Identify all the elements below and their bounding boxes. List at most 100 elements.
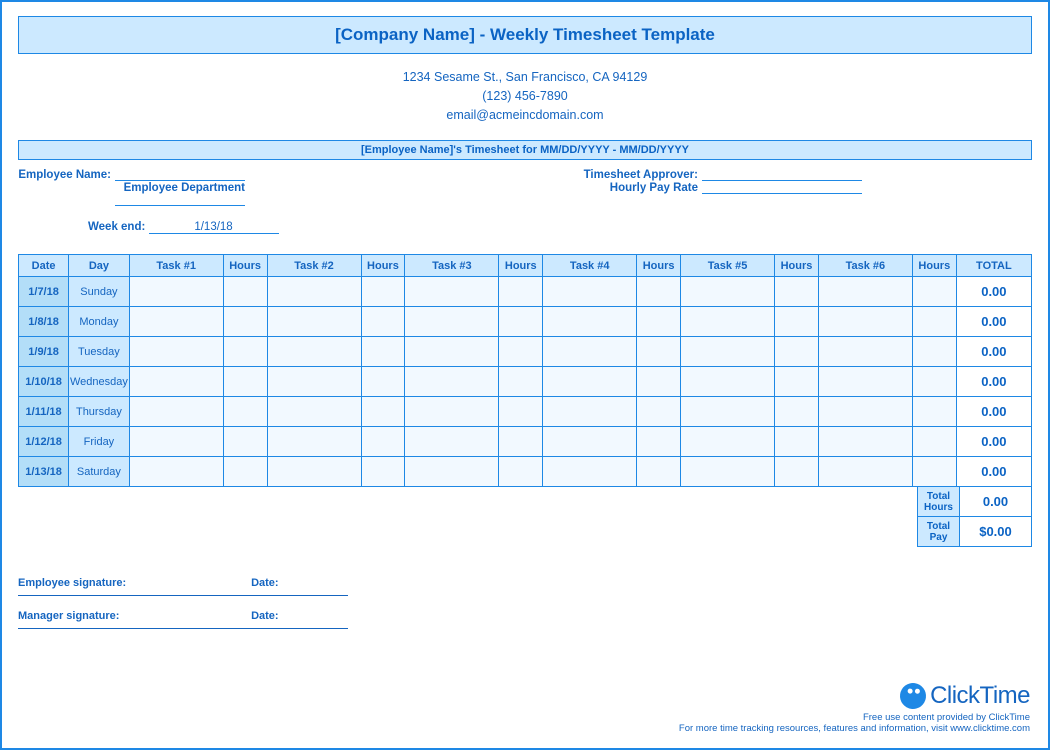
cell-hours[interactable] [637, 277, 681, 307]
cell-task[interactable] [267, 307, 361, 337]
cell-task[interactable] [405, 337, 499, 367]
cell-task[interactable] [267, 277, 361, 307]
company-email: email@acmeincdomain.com [18, 106, 1032, 125]
cell-hours[interactable] [912, 277, 956, 307]
cell-hours[interactable] [361, 427, 405, 457]
table-row: 1/10/18Wednesday0.00 [19, 367, 1032, 397]
cell-task[interactable] [818, 307, 912, 337]
cell-task[interactable] [681, 397, 775, 427]
cell-hours[interactable] [912, 307, 956, 337]
cell-task[interactable] [543, 307, 637, 337]
cell-date: 1/10/18 [19, 367, 69, 397]
timesheet-approver-field[interactable] [702, 169, 862, 181]
cell-task[interactable] [818, 397, 912, 427]
cell-task[interactable] [543, 367, 637, 397]
cell-task[interactable] [818, 427, 912, 457]
cell-task[interactable] [543, 337, 637, 367]
cell-hours[interactable] [637, 337, 681, 367]
cell-task[interactable] [543, 277, 637, 307]
employee-department-field[interactable] [115, 194, 245, 206]
cell-hours[interactable] [223, 427, 267, 457]
cell-task[interactable] [405, 427, 499, 457]
col-task6: Task #6 [818, 255, 912, 277]
cell-hours[interactable] [223, 307, 267, 337]
cell-task[interactable] [543, 427, 637, 457]
week-end-value[interactable]: 1/13/18 [149, 221, 279, 234]
cell-task[interactable] [681, 307, 775, 337]
cell-hours[interactable] [637, 397, 681, 427]
cell-hours[interactable] [499, 277, 543, 307]
manager-signature-line[interactable] [18, 628, 348, 629]
employee-name-field[interactable] [115, 169, 245, 181]
cell-hours[interactable] [637, 367, 681, 397]
cell-task[interactable] [267, 337, 361, 367]
cell-hours[interactable] [775, 367, 819, 397]
employee-signature-line[interactable] [18, 595, 348, 596]
cell-hours[interactable] [912, 367, 956, 397]
cell-task[interactable] [543, 457, 637, 487]
cell-task[interactable] [818, 277, 912, 307]
cell-task[interactable] [818, 367, 912, 397]
cell-hours[interactable] [637, 457, 681, 487]
cell-task[interactable] [129, 397, 223, 427]
cell-hours[interactable] [361, 397, 405, 427]
cell-task[interactable] [267, 367, 361, 397]
cell-hours[interactable] [499, 427, 543, 457]
cell-hours[interactable] [775, 337, 819, 367]
cell-task[interactable] [681, 427, 775, 457]
cell-hours[interactable] [223, 337, 267, 367]
cell-task[interactable] [129, 337, 223, 367]
cell-task[interactable] [543, 397, 637, 427]
cell-hours[interactable] [499, 307, 543, 337]
hourly-pay-rate-field[interactable] [702, 182, 862, 194]
cell-hours[interactable] [361, 367, 405, 397]
cell-hours[interactable] [775, 307, 819, 337]
cell-hours[interactable] [637, 307, 681, 337]
cell-hours[interactable] [223, 367, 267, 397]
cell-hours[interactable] [912, 337, 956, 367]
cell-task[interactable] [405, 277, 499, 307]
cell-hours[interactable] [499, 397, 543, 427]
cell-hours[interactable] [361, 337, 405, 367]
cell-task[interactable] [129, 367, 223, 397]
cell-hours[interactable] [223, 397, 267, 427]
cell-hours[interactable] [775, 427, 819, 457]
footer: ClickTime Free use content provided by C… [679, 682, 1030, 734]
cell-hours[interactable] [499, 337, 543, 367]
cell-task[interactable] [405, 457, 499, 487]
cell-hours[interactable] [361, 277, 405, 307]
cell-hours[interactable] [912, 457, 956, 487]
signature-date-label: Date: [251, 577, 279, 589]
cell-hours[interactable] [637, 427, 681, 457]
cell-task[interactable] [681, 367, 775, 397]
cell-hours[interactable] [775, 397, 819, 427]
cell-hours[interactable] [223, 277, 267, 307]
cell-hours[interactable] [775, 457, 819, 487]
cell-task[interactable] [405, 397, 499, 427]
cell-task[interactable] [267, 397, 361, 427]
cell-task[interactable] [681, 337, 775, 367]
cell-task[interactable] [129, 427, 223, 457]
cell-task[interactable] [818, 337, 912, 367]
cell-task[interactable] [129, 277, 223, 307]
cell-task[interactable] [818, 457, 912, 487]
cell-hours[interactable] [361, 457, 405, 487]
cell-hours[interactable] [361, 307, 405, 337]
cell-hours[interactable] [912, 427, 956, 457]
cell-date: 1/9/18 [19, 337, 69, 367]
cell-task[interactable] [129, 457, 223, 487]
cell-hours[interactable] [499, 367, 543, 397]
cell-task[interactable] [405, 367, 499, 397]
cell-hours[interactable] [775, 277, 819, 307]
cell-task[interactable] [681, 277, 775, 307]
cell-task[interactable] [681, 457, 775, 487]
cell-hours[interactable] [912, 397, 956, 427]
cell-hours[interactable] [223, 457, 267, 487]
cell-task[interactable] [405, 307, 499, 337]
cell-task[interactable] [267, 457, 361, 487]
cell-task[interactable] [267, 427, 361, 457]
total-pay-label: Total Pay [918, 517, 960, 547]
cell-task[interactable] [129, 307, 223, 337]
table-row: 1/8/18Monday0.00 [19, 307, 1032, 337]
cell-hours[interactable] [499, 457, 543, 487]
